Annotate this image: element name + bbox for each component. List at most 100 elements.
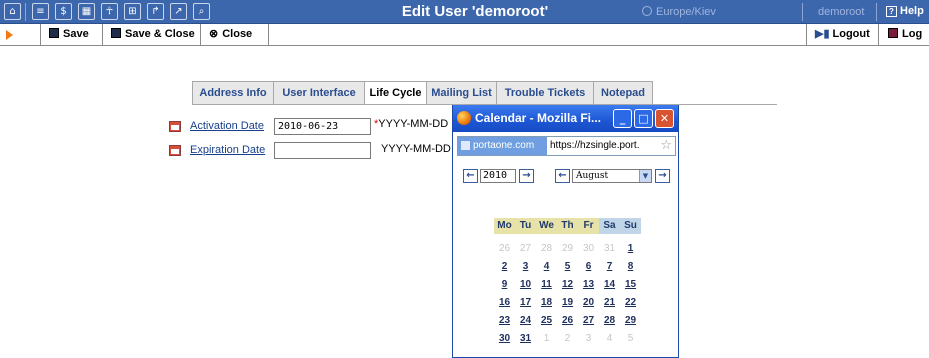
help-label: Help	[900, 5, 924, 17]
calendar-day-other-month: 27	[519, 243, 532, 254]
help-link[interactable]: ? Help	[886, 5, 924, 17]
address-bar[interactable]: portaone.com https://hzsingle.port. ☆	[457, 136, 676, 156]
calendar-day[interactable]: 21	[599, 294, 620, 311]
log-button[interactable]: Log	[880, 24, 929, 45]
calendar-day[interactable]: 17	[515, 294, 536, 311]
calendar-day[interactable]: 10	[515, 276, 536, 293]
calendar-day[interactable]: 11	[536, 276, 557, 293]
calendar-day[interactable]: 4	[536, 258, 557, 275]
calendar-day[interactable]: 19	[557, 294, 578, 311]
divider	[25, 3, 26, 21]
activation-date-input[interactable]: 2010-06-23	[274, 118, 371, 135]
next-year-button[interactable]: →	[519, 169, 534, 183]
calendar-day[interactable]: 30	[494, 330, 515, 347]
calendar-icon[interactable]	[169, 121, 181, 132]
minimize-button[interactable]: _	[613, 109, 632, 128]
calendar-day[interactable]: 26	[557, 312, 578, 329]
calendar-day[interactable]: 16	[494, 294, 515, 311]
calendar-day[interactable]: 18	[536, 294, 557, 311]
calendar-day-other-month: 31	[603, 243, 616, 254]
expiration-date-label[interactable]: Expiration Date	[190, 144, 265, 156]
dollar-icon[interactable]: $	[55, 3, 72, 20]
save-close-button[interactable]: Save & Close	[103, 24, 201, 45]
popup-titlebar[interactable]: Calendar - Mozilla Fi... _ □ ✕	[453, 105, 678, 132]
calendar-day[interactable]: 27	[578, 312, 599, 329]
logout-button[interactable]: ▶▮ Logout	[806, 24, 879, 45]
home-icon[interactable]: ⌂	[4, 3, 21, 20]
window-close-button[interactable]: ✕	[655, 109, 674, 128]
next-month-button[interactable]: →	[655, 169, 670, 183]
weekday-header: Fr	[578, 218, 599, 234]
tab-life-cycle[interactable]: Life Cycle	[364, 81, 427, 105]
tab-user-interface[interactable]: User Interface	[273, 81, 365, 105]
search-icon[interactable]: ⌕	[193, 3, 210, 20]
list-icon[interactable]: ≡	[32, 3, 49, 20]
calendar-day-other-month: 2	[564, 333, 571, 344]
calendar-day[interactable]: 31	[515, 330, 536, 347]
calendar-day[interactable]: 7	[599, 258, 620, 275]
bookmark-star-icon[interactable]: ☆	[660, 138, 672, 154]
url-text[interactable]: https://hzsingle.port.	[550, 137, 660, 155]
calendar-day[interactable]: 15	[620, 276, 641, 293]
calendar-day-other-month: 30	[582, 243, 595, 254]
year-input[interactable]: 2010	[480, 169, 516, 183]
calendar-day[interactable]: 25	[536, 312, 557, 329]
expiration-format-hint: YYYY-MM-DD	[381, 143, 451, 155]
calendar-day-other-month: 29	[561, 243, 574, 254]
divider	[876, 3, 877, 21]
tab-mailing-list[interactable]: Mailing List	[426, 81, 497, 105]
weekday-header: Sa	[599, 218, 620, 234]
calendar-icon[interactable]	[169, 145, 181, 156]
calendar-day[interactable]: 8	[620, 258, 641, 275]
calendar-day-other-month: 5	[627, 333, 634, 344]
expiration-date-input[interactable]	[274, 142, 371, 159]
calendar-day[interactable]: 24	[515, 312, 536, 329]
calendar-day[interactable]: 22	[620, 294, 641, 311]
calendar-day[interactable]: 29	[620, 312, 641, 329]
calendar-day-other-month: 4	[606, 333, 613, 344]
calendar-day[interactable]: 5	[557, 258, 578, 275]
tab-notepad[interactable]: Notepad	[593, 81, 653, 105]
calendar-day[interactable]: 23	[494, 312, 515, 329]
calendar-day-other-month: 26	[498, 243, 511, 254]
save-button[interactable]: Save	[40, 24, 103, 45]
log-label: Log	[902, 28, 923, 40]
calendar-day-other-month: 1	[543, 333, 550, 344]
tab-address-info[interactable]: Address Info	[192, 81, 274, 105]
weekday-header: Su	[620, 218, 641, 234]
weekday-header: Mo	[494, 218, 515, 234]
weekday-header: Th	[557, 218, 578, 234]
activation-date-label[interactable]: Activation Date	[190, 120, 264, 132]
calendar-day[interactable]: 1	[620, 240, 641, 257]
calendar-day[interactable]: 14	[599, 276, 620, 293]
user-link[interactable]: demoroot	[818, 6, 864, 18]
calendar-day[interactable]: 20	[578, 294, 599, 311]
prev-month-button[interactable]: ←	[555, 169, 570, 183]
calendar-day[interactable]: 6	[578, 258, 599, 275]
calendar-day[interactable]: 13	[578, 276, 599, 293]
close-button[interactable]: ⊗ Close	[201, 24, 269, 45]
popup-title: Calendar - Mozilla Fi...	[475, 111, 602, 125]
calendar-day[interactable]: 28	[599, 312, 620, 329]
calendar-day[interactable]: 12	[557, 276, 578, 293]
tab-trouble-tickets[interactable]: Trouble Tickets	[496, 81, 594, 105]
grid-icon[interactable]: ▦	[78, 3, 95, 20]
export-icon[interactable]: ↱	[147, 3, 164, 20]
divider	[802, 3, 803, 21]
activation-date-hint: *YYYY-MM-DD	[374, 118, 448, 130]
calendar-day[interactable]: 2	[494, 258, 515, 275]
timezone-label: Europe/Kiev	[656, 6, 716, 18]
prev-year-button[interactable]: ←	[463, 169, 478, 183]
calendar-day[interactable]: 3	[515, 258, 536, 275]
network-icon[interactable]: ⊞	[124, 3, 141, 20]
timezone-link[interactable]: Europe/Kiev	[642, 6, 716, 18]
person-icon[interactable]: ☥	[101, 3, 118, 20]
maximize-button[interactable]: □	[634, 109, 653, 128]
save-icon	[49, 28, 59, 38]
save-close-icon	[111, 28, 121, 38]
clock-icon	[642, 6, 652, 16]
month-select[interactable]: August ▼	[572, 169, 652, 183]
chart-icon[interactable]: ↗	[170, 3, 187, 20]
site-identity[interactable]: portaone.com	[458, 137, 547, 155]
calendar-day[interactable]: 9	[494, 276, 515, 293]
